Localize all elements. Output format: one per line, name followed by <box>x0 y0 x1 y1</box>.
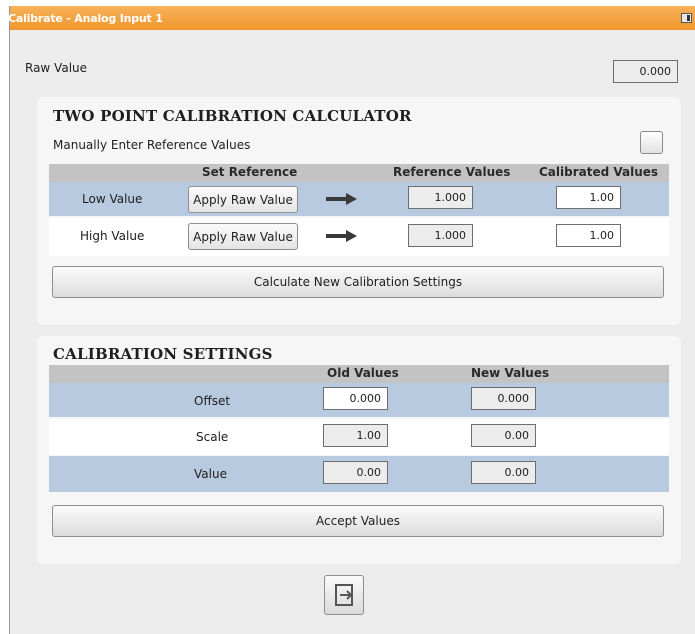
header-set-reference: Set Reference <box>202 165 298 179</box>
arrow-right-icon <box>326 230 357 242</box>
offset-old-value: 0.000 <box>323 387 388 410</box>
window-title: Calibrate - Analog Input 1 <box>8 12 163 25</box>
calculate-new-settings-button[interactable]: Calculate New Calibration Settings <box>52 266 664 298</box>
header-old-values: Old Values <box>327 366 399 380</box>
arrow-right-icon <box>326 193 357 205</box>
scale-new-value: 0.00 <box>471 424 536 447</box>
scale-old-value: 1.00 <box>323 424 388 447</box>
raw-value-label: Raw Value <box>25 61 88 75</box>
header-calibrated-values: Calibrated Values <box>539 165 659 179</box>
low-reference-field: 1.000 <box>408 186 473 209</box>
high-reference-field: 1.000 <box>408 224 473 247</box>
restore-window-icon[interactable] <box>681 13 692 23</box>
manual-reference-checkbox[interactable] <box>640 131 663 154</box>
header-new-values: New Values <box>471 366 550 380</box>
low-value-label: Low Value <box>82 192 143 206</box>
apply-raw-value-high-button[interactable]: Apply Raw Value <box>188 223 298 250</box>
value-label: Value <box>194 467 227 481</box>
offset-new-value: 0.000 <box>471 387 536 410</box>
high-value-label: High Value <box>80 229 145 243</box>
high-calibrated-input[interactable]: 1.00 <box>556 224 621 247</box>
settings-title: CALIBRATION SETTINGS <box>53 345 273 363</box>
raw-value-field: 0.000 <box>613 60 678 83</box>
exit-door-icon <box>335 584 353 606</box>
header-reference-values: Reference Values <box>393 165 511 179</box>
value-new-value: 0.00 <box>471 461 536 484</box>
offset-label: Offset <box>194 394 231 408</box>
apply-raw-value-low-button[interactable]: Apply Raw Value <box>188 186 298 213</box>
calculator-title: TWO POINT CALIBRATION CALCULATOR <box>53 107 412 125</box>
exit-button[interactable] <box>324 575 364 615</box>
value-old-value: 0.00 <box>323 461 388 484</box>
low-calibrated-input[interactable]: 1.00 <box>556 186 621 209</box>
accept-values-button[interactable]: Accept Values <box>52 505 664 537</box>
scale-label: Scale <box>196 430 229 444</box>
title-bar: Calibrate - Analog Input 1 <box>8 6 695 30</box>
manual-reference-label: Manually Enter Reference Values <box>53 138 251 152</box>
